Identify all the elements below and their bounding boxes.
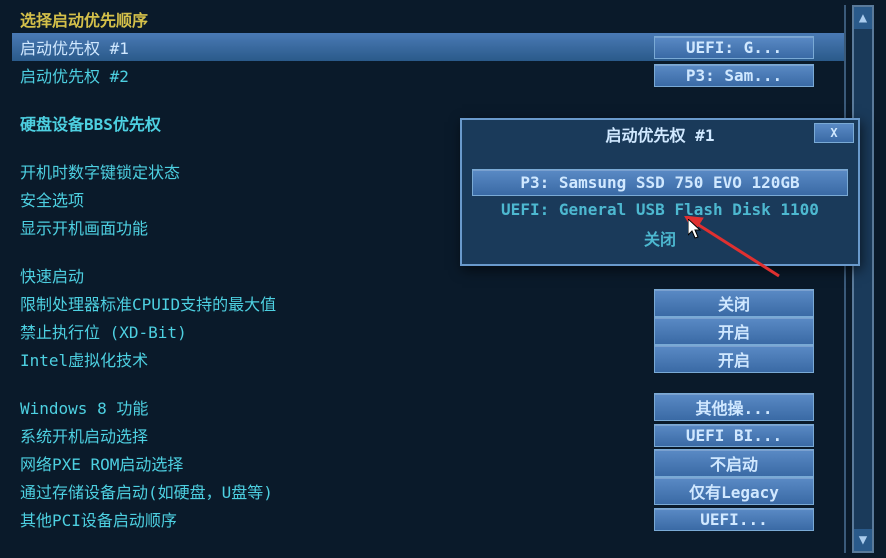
setting-otherpci-row[interactable]: 其他PCI设备启动顺序 UEFI... (12, 505, 844, 533)
setting-otherpci-value[interactable]: UEFI... (654, 508, 814, 531)
scrollbar[interactable]: ▲ ▼ (852, 5, 874, 553)
boot-priority-1-value[interactable]: UEFI: G... (654, 36, 814, 59)
setting-cpuid-row[interactable]: 限制处理器标准CPUID支持的最大值 关闭 (12, 289, 844, 317)
setting-storage-value[interactable]: 仅有Legacy (654, 477, 814, 505)
setting-vt-row[interactable]: Intel虚拟化技术 开启 (12, 345, 844, 373)
setting-xdbit-row[interactable]: 禁止执行位 (XD-Bit) 开启 (12, 317, 844, 345)
setting-xdbit-value[interactable]: 开启 (654, 317, 814, 345)
popup-option-samsung[interactable]: P3: Samsung SSD 750 EVO 120GB (472, 169, 848, 196)
scroll-down-icon[interactable]: ▼ (854, 529, 872, 551)
setting-bootselect-row[interactable]: 系统开机启动选择 UEFI BI... (12, 421, 844, 449)
setting-vt-value[interactable]: 开启 (654, 345, 814, 373)
popup-title: 启动优先权 #1 (606, 122, 715, 146)
setting-bootselect-value[interactable]: UEFI BI... (654, 424, 814, 447)
setting-cpuid-value[interactable]: 关闭 (654, 289, 814, 317)
popup-close-button[interactable]: X (814, 123, 854, 143)
popup-option-disable[interactable]: 关闭 (472, 223, 848, 253)
setting-fastboot-label: 快速启动 (20, 263, 836, 287)
boot-priority-1-row[interactable]: 启动优先权 #1 UEFI: G... (12, 33, 844, 61)
boot-priority-2-value[interactable]: P3: Sam... (654, 64, 814, 87)
boot-priority-2-row[interactable]: 启动优先权 #2 P3: Sam... (12, 61, 844, 89)
section-header: 选择启动优先顺序 (12, 5, 844, 33)
setting-win8-row[interactable]: Windows 8 功能 其他操... (12, 393, 844, 421)
setting-win8-value[interactable]: 其他操... (654, 393, 814, 421)
setting-storage-row[interactable]: 通过存储设备启动(如硬盘，U盘等) 仅有Legacy (12, 477, 844, 505)
setting-pxe-value[interactable]: 不启动 (654, 449, 814, 477)
scroll-up-icon[interactable]: ▲ (854, 7, 872, 29)
popup-option-uefi-usb[interactable]: UEFI: General USB Flash Disk 1100 (472, 197, 848, 222)
setting-pxe-row[interactable]: 网络PXE ROM启动选择 不启动 (12, 449, 844, 477)
boot-priority-popup: 启动优先权 #1 X P3: Samsung SSD 750 EVO 120GB… (460, 118, 860, 266)
